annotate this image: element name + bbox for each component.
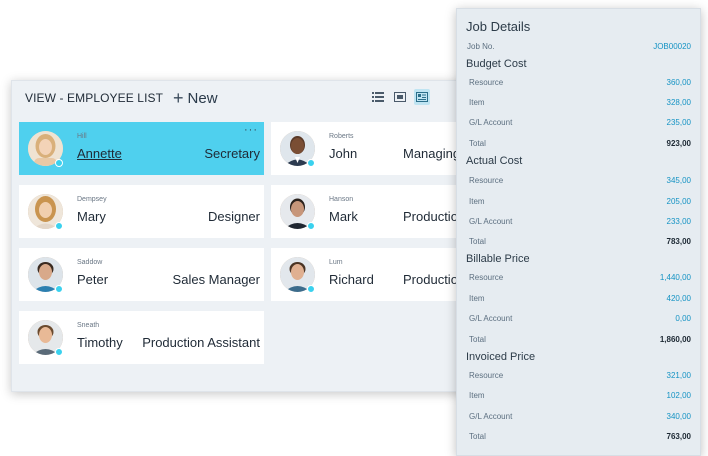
job-details-title: Job Details	[466, 19, 531, 34]
row-value[interactable]: 328,00	[667, 98, 691, 107]
row-label: Resource	[469, 77, 504, 87]
plus-icon: +	[173, 88, 184, 108]
invoiced-total-row: Total 763,00	[469, 430, 691, 442]
employee-first-name: Timothy	[77, 335, 123, 350]
invoiced-item-row: Item 102,00	[469, 389, 691, 401]
employee-role: Managing	[403, 146, 461, 161]
employee-role: Designer	[207, 209, 260, 224]
row-label: Resource	[469, 175, 504, 185]
presence-indicator	[55, 222, 63, 230]
row-label: Total	[469, 138, 486, 148]
row-value[interactable]: 360,00	[667, 78, 691, 87]
employee-role: Production Assistant	[142, 335, 260, 350]
row-label: Item	[469, 196, 485, 206]
actual-item-row: Item 205,00	[469, 195, 691, 207]
presence-indicator	[307, 222, 315, 230]
budget-cost-heading: Budget Cost	[466, 58, 527, 70]
row-value: 1,860,00	[659, 334, 691, 344]
row-label: Item	[469, 97, 485, 107]
row-label: Resource	[469, 272, 504, 282]
invoiced-price-heading: Invoiced Price	[466, 351, 536, 363]
new-button[interactable]: + New	[173, 89, 218, 107]
actual-gl-row: G/L Account 233,00	[469, 215, 691, 227]
more-options-icon[interactable]: ···	[244, 124, 258, 136]
list-title: VIEW - EMPLOYEE LIST	[25, 91, 164, 105]
row-value[interactable]: 235,00	[667, 118, 691, 127]
row-value: 763,00	[666, 431, 691, 441]
employee-card[interactable]: Sneath Timothy Production Assistant	[19, 311, 264, 364]
billable-total-row: Total 1,860,00	[469, 333, 691, 345]
row-label: Total	[469, 431, 486, 441]
employee-card[interactable]: Saddow Peter Sales Manager	[19, 248, 264, 301]
row-value: 783,00	[666, 236, 691, 246]
employee-first-name: John	[329, 146, 358, 161]
actual-resource-row: Resource 345,00	[469, 174, 691, 186]
list-view-icon[interactable]	[370, 89, 386, 105]
employee-card[interactable]: Hill Annette Secretary ···	[19, 122, 264, 175]
row-label: Resource	[469, 370, 504, 380]
card-view-icon[interactable]	[414, 89, 430, 105]
billable-resource-row: Resource 1,440,00	[469, 271, 691, 283]
employee-surname: Sneath	[77, 322, 100, 329]
job-number-value[interactable]: JOB00020	[653, 42, 691, 51]
row-value[interactable]: 102,00	[667, 391, 691, 400]
employee-first-name: Mary	[77, 209, 106, 224]
row-value[interactable]: 420,00	[667, 294, 691, 303]
budget-gl-row: G/L Account 235,00	[469, 116, 691, 128]
tile-view-icon[interactable]	[392, 89, 408, 105]
employee-list-window: VIEW - EMPLOYEE LIST + New Hill Annette …	[11, 80, 490, 392]
employee-first-name: Richard	[329, 272, 374, 287]
row-value[interactable]: 1,440,00	[660, 273, 691, 282]
row-label: Item	[469, 390, 485, 400]
employee-surname: Dempsey	[77, 196, 107, 203]
presence-indicator	[55, 285, 63, 293]
invoiced-resource-row: Resource 321,00	[469, 369, 691, 381]
new-button-label: New	[187, 89, 218, 107]
employee-surname: Hanson	[329, 196, 354, 203]
job-number-row: Job No. JOB00020	[467, 40, 691, 52]
employee-first-name: Peter	[77, 272, 109, 287]
employee-first-name: Mark	[329, 209, 358, 224]
row-label: Total	[469, 236, 486, 246]
employee-first-name[interactable]: Annette	[77, 146, 122, 161]
row-value[interactable]: 340,00	[667, 412, 691, 421]
row-value[interactable]: 205,00	[667, 197, 691, 206]
job-details-panel: Job Details Job No. JOB00020 Budget Cost…	[456, 8, 701, 456]
billable-gl-row: G/L Account 0,00	[469, 312, 691, 324]
row-label: Item	[469, 293, 485, 303]
presence-indicator	[55, 159, 63, 167]
row-value[interactable]: 0,00	[675, 314, 691, 323]
row-value[interactable]: 345,00	[667, 176, 691, 185]
billable-price-heading: Billable Price	[466, 253, 530, 265]
budget-total-row: Total 923,00	[469, 137, 691, 149]
presence-indicator	[307, 159, 315, 167]
presence-indicator	[307, 285, 315, 293]
presence-indicator	[55, 348, 63, 356]
row-label: G/L Account	[469, 216, 513, 226]
employee-surname: Hill	[77, 133, 87, 140]
employee-role: Sales Manager	[172, 272, 260, 287]
row-value[interactable]: 321,00	[667, 371, 691, 380]
row-label: G/L Account	[469, 117, 513, 127]
invoiced-gl-row: G/L Account 340,00	[469, 410, 691, 422]
list-header: VIEW - EMPLOYEE LIST + New	[12, 81, 488, 115]
row-label: Total	[469, 334, 486, 344]
view-switcher	[370, 89, 430, 105]
row-value: 923,00	[666, 138, 691, 148]
screenshot-stage: VIEW - EMPLOYEE LIST + New Hill Annette …	[0, 0, 708, 456]
budget-item-row: Item 328,00	[469, 96, 691, 108]
budget-resource-row: Resource 360,00	[469, 76, 691, 88]
employee-surname: Saddow	[77, 259, 103, 266]
row-label: G/L Account	[469, 313, 513, 323]
employee-role: Secretary	[204, 146, 260, 161]
job-number-label: Job No.	[467, 41, 495, 51]
employee-card[interactable]: Dempsey Mary Designer	[19, 185, 264, 238]
row-value[interactable]: 233,00	[667, 217, 691, 226]
row-label: G/L Account	[469, 411, 513, 421]
actual-cost-heading: Actual Cost	[466, 155, 523, 167]
employee-surname: Lum	[329, 259, 343, 266]
actual-total-row: Total 783,00	[469, 235, 691, 247]
billable-item-row: Item 420,00	[469, 292, 691, 304]
employee-surname: Roberts	[329, 133, 354, 140]
